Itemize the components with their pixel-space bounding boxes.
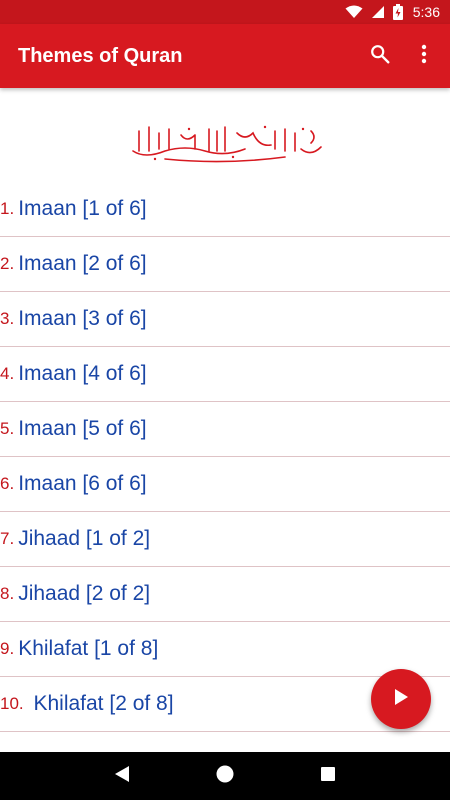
wifi-icon: [345, 5, 363, 19]
item-number: 6.: [0, 474, 15, 493]
recents-icon: [320, 766, 336, 787]
item-title: Khilafat [2 of 8]: [27, 692, 174, 715]
play-icon: [393, 688, 409, 711]
item-title: Imaan [5 of 6]: [18, 417, 147, 440]
list-item[interactable]: 8. Jihaad [2 of 2]: [0, 567, 450, 622]
more-vert-icon: [421, 44, 427, 69]
navigation-bar: [0, 752, 450, 800]
signal-icon: [371, 5, 385, 19]
back-button[interactable]: [102, 756, 142, 796]
item-title: Imaan [2 of 6]: [18, 252, 147, 275]
status-bar: 5:36: [0, 0, 450, 24]
bismillah-calligraphy-icon: [125, 121, 325, 170]
search-button[interactable]: [358, 32, 402, 80]
list-item[interactable]: 6. Imaan [6 of 6]: [0, 457, 450, 512]
item-title: Jihaad [1 of 2]: [18, 527, 151, 550]
item-title: Imaan [1 of 6]: [18, 197, 147, 220]
bismillah-header: [0, 88, 450, 182]
list-item[interactable]: 7. Jihaad [1 of 2]: [0, 512, 450, 567]
more-options-button[interactable]: [402, 32, 446, 80]
page-title: Themes of Quran: [18, 44, 183, 67]
app-bar: Themes of Quran: [0, 24, 450, 88]
item-title: Imaan [4 of 6]: [18, 362, 147, 385]
item-title: Imaan [6 of 6]: [18, 472, 147, 495]
item-number: 1.: [0, 199, 15, 218]
item-number: 3.: [0, 309, 15, 328]
back-icon: [113, 765, 131, 788]
item-number: 5.: [0, 419, 15, 438]
theme-list-container[interactable]: 1. Imaan [1 of 6] 2. Imaan [2 of 6] 3. Imaan …: [0, 88, 450, 760]
list-item[interactable]: 4. Imaan [4 of 6]: [0, 347, 450, 402]
item-number: 7.: [0, 529, 15, 548]
theme-list: 1. Imaan [1 of 6] 2. Imaan [2 of 6] 3. Imaan …: [0, 182, 450, 732]
list-item[interactable]: 3. Imaan [3 of 6]: [0, 292, 450, 347]
home-button[interactable]: [205, 756, 245, 796]
item-number: 2.: [0, 254, 15, 273]
list-item[interactable]: 5. Imaan [5 of 6]: [0, 402, 450, 457]
play-button[interactable]: [371, 669, 431, 729]
list-item[interactable]: 9. Khilafat [1 of 8]: [0, 622, 450, 677]
item-title: Imaan [3 of 6]: [18, 307, 147, 330]
home-icon: [215, 764, 235, 789]
recents-button[interactable]: [308, 756, 348, 796]
item-title: Khilafat [1 of 8]: [18, 637, 159, 660]
item-number: 4.: [0, 364, 15, 383]
list-item[interactable]: 2. Imaan [2 of 6]: [0, 237, 450, 292]
item-number: 9.: [0, 639, 15, 658]
item-title: Jihaad [2 of 2]: [18, 582, 151, 605]
item-number: 8.: [0, 584, 15, 603]
battery-charging-icon: [392, 4, 403, 20]
status-time: 5:36: [412, 4, 440, 20]
list-item[interactable]: 1. Imaan [1 of 6]: [0, 182, 450, 237]
search-icon: [369, 43, 391, 70]
item-number: 10.: [0, 694, 24, 713]
